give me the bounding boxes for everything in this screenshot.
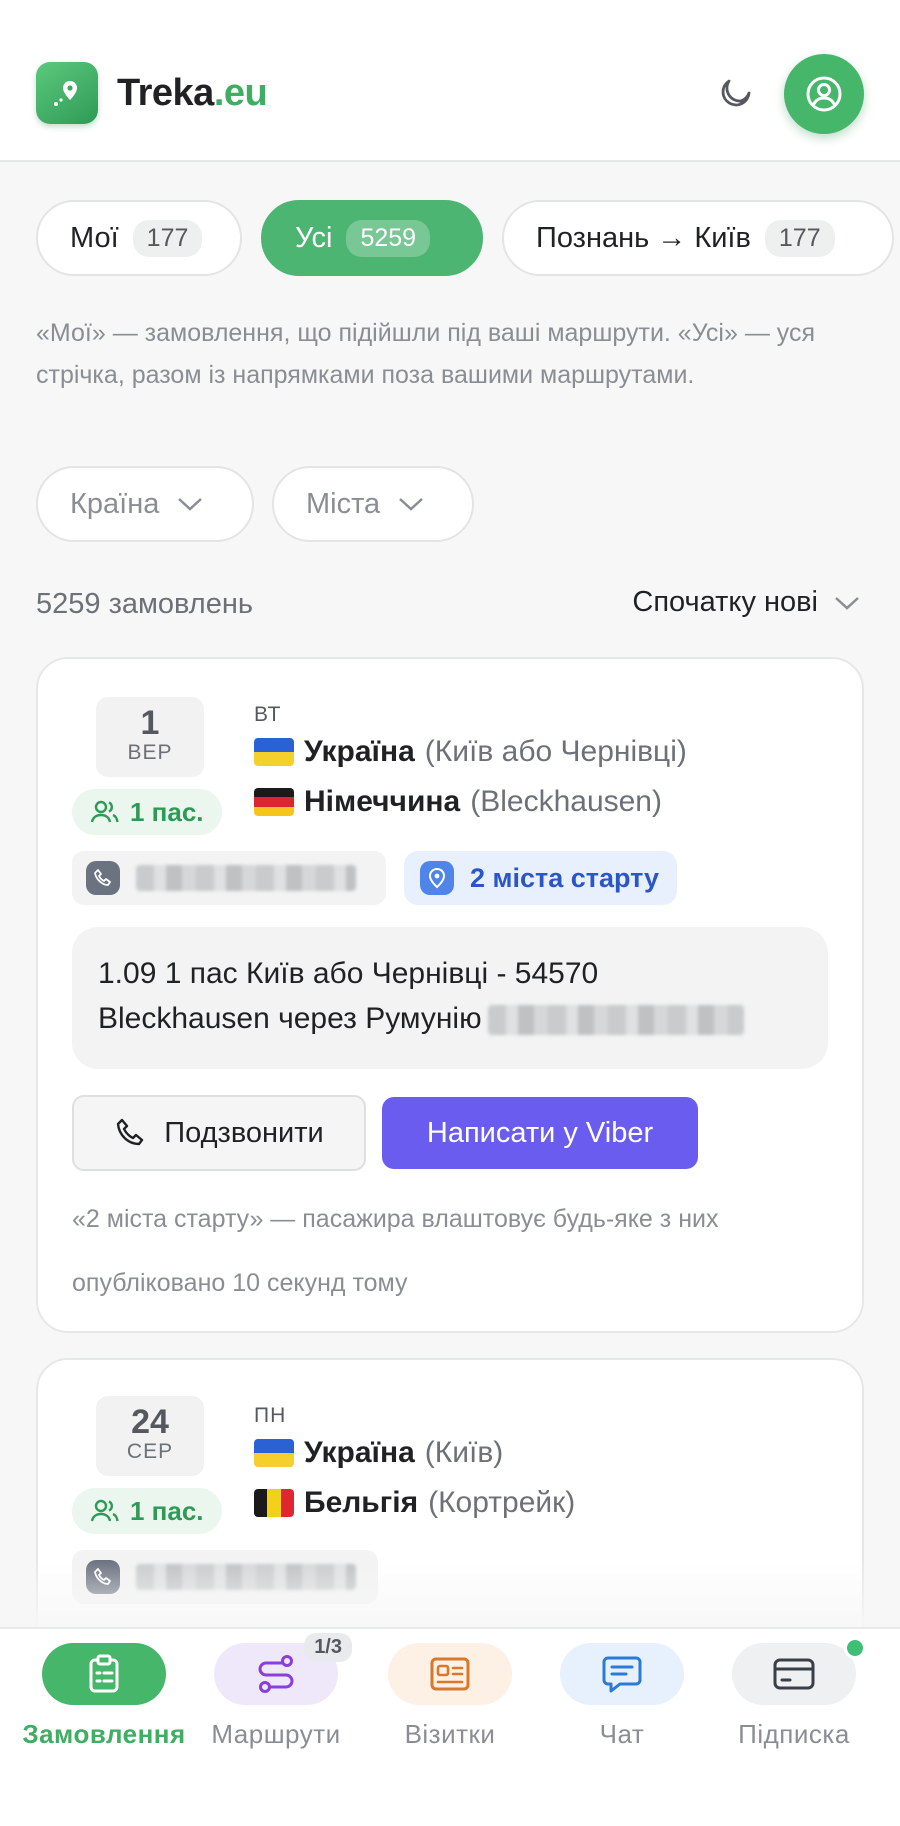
order-date: 1 ВЕР (96, 697, 204, 777)
call-label: Подзвонити (164, 1116, 324, 1149)
moon-icon[interactable] (710, 68, 758, 116)
ukraine-flag-icon (254, 1439, 294, 1467)
passenger-badge: 1 пас. (72, 789, 222, 835)
nav-subscription[interactable]: Підписка (708, 1637, 880, 1750)
tab-label: Познань → Київ (536, 221, 751, 254)
user-icon (806, 76, 842, 112)
passenger-count: 1 пас. (130, 1495, 204, 1526)
chat-icon (560, 1643, 684, 1705)
belgium-flag-icon (254, 1489, 294, 1517)
nav-label: Візитки (404, 1719, 496, 1749)
start-cities-chip[interactable]: 2 міста старту (404, 851, 678, 905)
users-icon (90, 1499, 119, 1522)
phone-number[interactable] (72, 851, 386, 905)
chevron-down-icon (399, 498, 424, 511)
nav-label: Замовлення (22, 1719, 186, 1749)
nav-label: Маршрути (211, 1719, 341, 1749)
message-redacted (487, 1005, 744, 1036)
message-text: Bleckhausen через Румунію (98, 1002, 482, 1035)
viber-label: Написати у Viber (426, 1116, 654, 1149)
nav-cards[interactable]: Візитки (364, 1643, 536, 1750)
to-country: Німеччина (304, 785, 461, 818)
message-line-2: Bleckhausen через Румунію (98, 996, 802, 1041)
brand-tld: .eu (213, 72, 268, 114)
brand-name[interactable]: Treka.eu (117, 68, 268, 118)
sort-dropdown[interactable]: Спочатку нові (632, 586, 860, 619)
profile-button[interactable] (784, 54, 864, 134)
start-cities-note: «2 міста старту» — пасажира влаштовує бу… (72, 1205, 719, 1233)
order-month: СЕР (126, 1440, 174, 1463)
to-city: (Кортрейк) (428, 1486, 576, 1519)
country-filter[interactable]: Країна (36, 466, 254, 542)
germany-flag-icon (254, 788, 294, 816)
tab-all[interactable]: Усі 5259 (261, 200, 483, 276)
order-day: 1 (140, 704, 160, 742)
tab-label: Мої (70, 221, 119, 254)
nav-orders[interactable]: Замовлення (18, 1643, 190, 1750)
nav-label: Підписка (738, 1719, 850, 1749)
tab-count: 177 (132, 219, 203, 257)
start-cities-label: 2 міста старту (470, 862, 660, 893)
app-header: Treka.eu (0, 0, 900, 162)
orders-count: 5259 замовлень (36, 588, 253, 620)
ukraine-flag-icon (254, 738, 294, 766)
order-card[interactable]: 1 ВЕР 1 пас. ВТ Україна (Київ або Чернів… (36, 657, 864, 1333)
call-button[interactable]: Подзвонити (72, 1095, 366, 1171)
route-to: Німеччина (Bleckhausen) (254, 785, 662, 819)
from-city: (Київ) (424, 1436, 504, 1469)
users-icon (90, 800, 119, 823)
order-day: 24 (131, 1403, 169, 1441)
phone-icon (86, 861, 120, 895)
to-city: (Bleckhausen) (470, 785, 662, 818)
order-weekday: ВТ (254, 703, 282, 726)
route-icon: 1/3 (214, 1633, 352, 1705)
nav-label: Чат (599, 1719, 645, 1749)
tab-label: Усі (295, 221, 333, 254)
brand-main: Treka (117, 72, 214, 114)
from-country: Україна (304, 1436, 415, 1469)
order-month: ВЕР (127, 741, 173, 764)
phone-icon (117, 1118, 144, 1146)
message-line-1: 1.09 1 пас Київ або Чернівці - 54570 (98, 957, 599, 990)
id-card-icon (388, 1643, 512, 1705)
logo-icon[interactable] (36, 62, 98, 124)
order-date: 24 СЕР (96, 1396, 204, 1476)
from-city: (Київ або Чернівці) (424, 735, 687, 768)
order-message: 1.09 1 пас Київ або Чернівці - 54570 Ble… (72, 927, 828, 1069)
tab-count: 5259 (346, 219, 431, 257)
tab-count: 177 (764, 219, 835, 257)
notification-dot (844, 1637, 866, 1659)
chevron-down-icon (835, 596, 859, 610)
published-time: опубліковано 10 секунд тому (72, 1269, 408, 1297)
passenger-badge: 1 пас. (72, 1488, 222, 1534)
to-country: Бельгія (304, 1486, 419, 1519)
nav-chat[interactable]: Чат (536, 1643, 708, 1750)
scroll-fade (0, 1560, 900, 1628)
passenger-count: 1 пас. (130, 796, 204, 827)
from-country: Україна (304, 735, 415, 768)
bottom-navigation: Замовлення 1/3 Маршрути Візитки Чат Підп… (0, 1627, 900, 1826)
sort-label: Спочатку нові (632, 586, 818, 618)
route-from: Україна (Київ або Чернівці) (254, 735, 687, 769)
routes-badge: 1/3 (304, 1633, 352, 1662)
cities-filter[interactable]: Міста (272, 466, 474, 542)
country-filter-label: Країна (70, 487, 160, 520)
cities-filter-label: Міста (306, 487, 381, 520)
viber-button[interactable]: Написати у Viber (382, 1097, 698, 1169)
route-from: Україна (Київ) (254, 1436, 503, 1470)
phone-redacted (136, 865, 356, 891)
route-to: Бельгія (Кортрейк) (254, 1486, 575, 1520)
clipboard-icon (42, 1643, 166, 1705)
nav-routes[interactable]: 1/3 Маршрути (190, 1633, 362, 1750)
tab-route-poznan-kyiv[interactable]: Познань → Київ 177 (502, 200, 894, 276)
tabs-hint: «Мої» — замовлення, що підійшли під ваші… (36, 319, 816, 389)
tab-mine[interactable]: Мої 177 (36, 200, 242, 276)
map-pin-icon (420, 861, 454, 895)
chevron-down-icon (178, 498, 203, 511)
credit-card-icon (732, 1637, 866, 1705)
order-weekday: ПН (254, 1404, 287, 1427)
